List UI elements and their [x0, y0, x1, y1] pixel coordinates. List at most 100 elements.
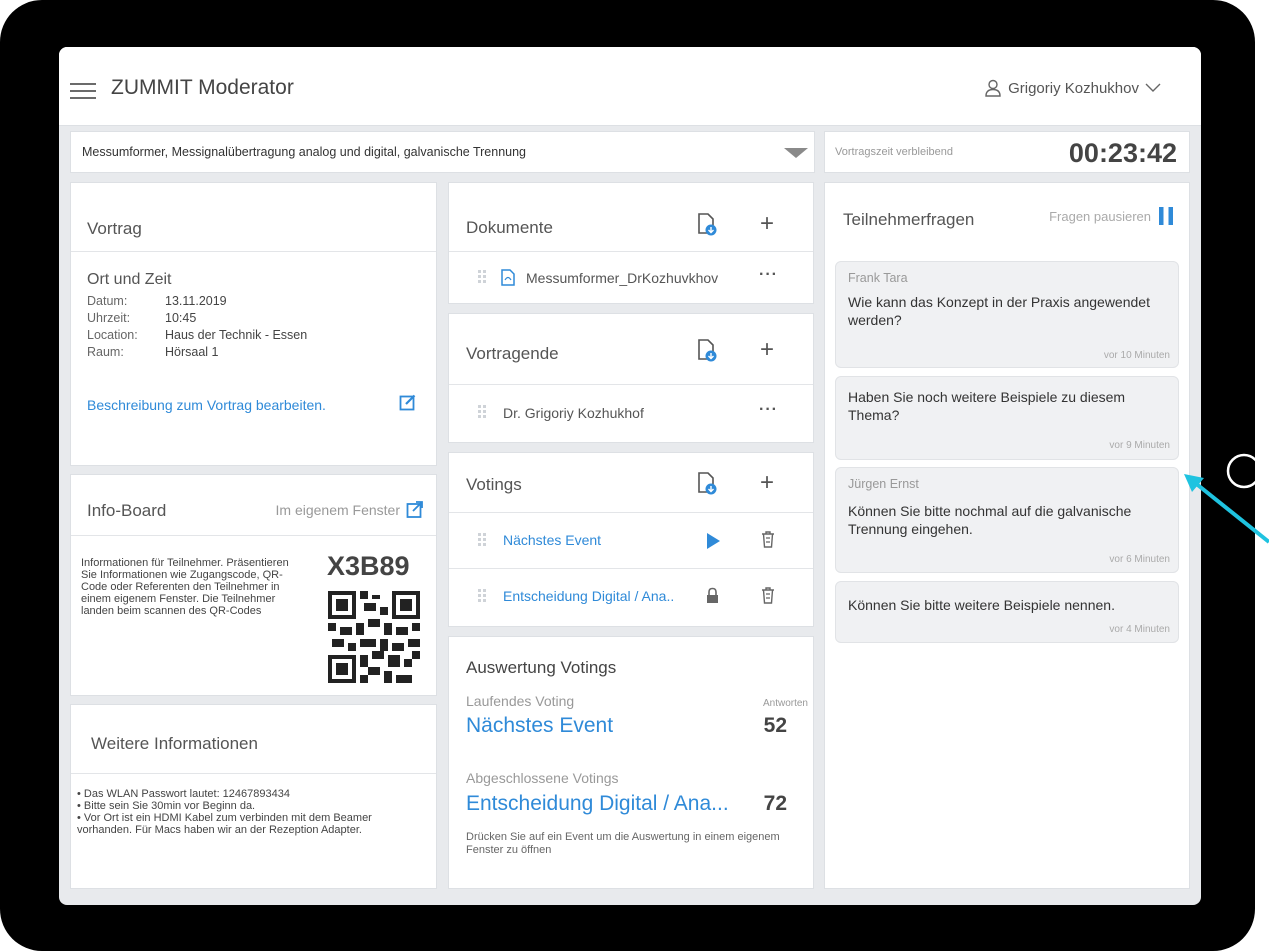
vortrag-section-title: Ort und Zeit — [87, 271, 172, 288]
add-voting-plus-icon[interactable]: + — [760, 471, 774, 495]
info-line: • Das WLAN Passwort lautet: 12467893434 — [77, 788, 290, 800]
pdf-file-icon — [501, 269, 515, 286]
question-time: vor 9 Minuten — [1109, 440, 1170, 451]
vortragende-title: Vortragende — [466, 344, 559, 363]
question-time: vor 10 Minuten — [1103, 350, 1170, 361]
running-voting-name[interactable]: Nächstes Event — [466, 714, 613, 738]
voting-item[interactable]: Nächstes Event — [449, 513, 813, 568]
trash-icon[interactable] — [761, 531, 775, 548]
trash-icon[interactable] — [761, 587, 775, 604]
question-text: Können Sie bitte weitere Beispiele nenne… — [848, 597, 1115, 613]
detail-value: Hörsaal 1 — [165, 345, 219, 359]
vortrag-title: Vortrag — [87, 219, 142, 238]
question-author: Jürgen Ernst — [848, 477, 919, 491]
question-text: Können Sie bitte nochmal auf die galvani… — [848, 503, 1132, 537]
dropdown-arrow-icon — [784, 148, 808, 158]
timer-box: Vortragszeit verbleibend 00:23:42 — [824, 131, 1190, 173]
running-voting-count: 52 — [763, 714, 787, 737]
question-card[interactable]: Haben Sie noch weitere Beispiele zu dies… — [835, 376, 1179, 460]
infoboard-title: Info-Board — [87, 501, 167, 520]
detail-row: Uhrzeit: 10:45 — [87, 311, 427, 328]
upload-speaker-icon[interactable] — [696, 339, 718, 363]
external-window-icon — [406, 501, 423, 518]
more-options-icon[interactable]: ··· — [759, 266, 778, 284]
votings-card: Votings + Nächstes Event Entscheidung Di… — [448, 452, 814, 627]
running-voting-label: Laufendes Voting — [466, 693, 575, 709]
auswertung-hint: Drücken Sie auf ein Event um die Auswert… — [466, 831, 780, 856]
detail-value: 13.11.2019 — [165, 294, 227, 308]
top-bar: ZUMMIT Moderator Grigoriy Kozhukhov — [59, 47, 1201, 126]
add-document-plus-icon[interactable]: + — [760, 212, 774, 236]
pause-questions-button[interactable]: Fragen pausieren — [1049, 207, 1173, 225]
open-window-link[interactable]: Im eigenem Fenster — [276, 501, 425, 519]
user-menu[interactable]: Grigoriy Kozhukhov — [984, 79, 1161, 97]
detail-label: Raum: — [87, 345, 124, 359]
divider — [71, 251, 436, 252]
edit-icon[interactable] — [399, 393, 417, 411]
question-card[interactable]: Können Sie bitte weitere Beispiele nenne… — [835, 581, 1179, 643]
pointer-arrow-icon — [1184, 474, 1269, 544]
question-card[interactable]: Jürgen Ernst Können Sie bitte nochmal au… — [835, 467, 1179, 573]
infoboard-text: Informationen für Teilnehmer. Präsentier… — [81, 557, 289, 617]
chevron-down-icon — [1145, 83, 1161, 92]
upload-document-icon[interactable] — [696, 213, 718, 237]
app-title: ZUMMIT Moderator — [111, 76, 294, 99]
weitere-info-card: Weitere Informationen • Das WLAN Passwor… — [70, 704, 437, 889]
speaker-name: Dr. Grigoriy Kozhukhof — [503, 405, 644, 421]
detail-label: Datum: — [87, 294, 128, 308]
upload-voting-icon[interactable] — [696, 472, 718, 496]
document-name: Messumformer_DrKozhuvkhov — [526, 270, 719, 286]
add-speaker-plus-icon[interactable]: + — [760, 338, 774, 362]
drag-handle-icon[interactable] — [478, 533, 486, 547]
edit-description-link[interactable]: Beschreibung zum Vortrag bearbeiten. — [87, 397, 326, 413]
vortrag-details: Datum: 13.11.2019 Uhrzeit: 10:45 Location:… — [87, 294, 427, 362]
answers-label: Antworten — [762, 698, 808, 709]
lock-icon[interactable] — [706, 587, 719, 604]
detail-row: Location: Haus der Technik - Essen — [87, 328, 427, 345]
timer-value: 00:23:42 — [1068, 138, 1177, 168]
vortrag-card: Vortrag Ort und Zeit Datum: 13.11.2019 Uh… — [70, 182, 437, 466]
weitere-info-title: Weitere Informationen — [91, 734, 258, 753]
voting-item[interactable]: Entscheidung Digital / Ana.. — [449, 569, 813, 625]
timer-label: Vortragszeit verbleibend — [835, 146, 954, 158]
pause-label: Fragen pausieren — [1049, 208, 1151, 224]
dokumente-card: Dokumente + Messumformer_DrKozhuvkhov ··… — [448, 182, 814, 304]
info-line: • Vor Ort ist ein HDMI Kabel zum verbind… — [77, 812, 372, 836]
closed-voting-name[interactable]: Entscheidung Digital / Ana... — [466, 792, 729, 816]
question-time: vor 6 Minuten — [1109, 554, 1170, 565]
fragen-panel: Teilnehmerfragen Fragen pausieren Frank … — [824, 182, 1190, 889]
question-card[interactable]: Frank Tara Wie kann das Konzept in der P… — [835, 261, 1179, 368]
drag-handle-icon[interactable] — [478, 270, 486, 284]
more-options-icon[interactable]: ··· — [759, 401, 778, 419]
topic-dropdown[interactable]: Messumformer, Messignalübertragung analo… — [70, 131, 815, 173]
qr-code-image — [328, 591, 420, 683]
drag-handle-icon[interactable] — [478, 405, 486, 419]
speaker-item[interactable]: Dr. Grigoriy Kozhukhof ··· — [449, 385, 813, 441]
question-text: Haben Sie noch weitere Beispiele zu dies… — [848, 389, 1126, 423]
voting-name[interactable]: Nächstes Event — [503, 532, 601, 548]
user-name: Grigoriy Kozhukhov — [1008, 79, 1139, 97]
topic-selected: Messumformer, Messignalübertragung analo… — [82, 145, 527, 159]
question-text: Wie kann das Konzept in der Praxis angew… — [848, 294, 1150, 328]
divider — [71, 773, 436, 774]
detail-value: 10:45 — [165, 311, 197, 325]
pause-icon — [1159, 207, 1173, 225]
document-item[interactable]: Messumformer_DrKozhuvkhov ··· — [449, 252, 813, 302]
infoboard-card: Info-Board Im eigenem Fenster Informatio… — [70, 474, 437, 696]
closed-votings-label: Abgeschlossene Votings — [466, 770, 619, 786]
fragen-title: Teilnehmerfragen — [843, 210, 975, 229]
access-code: X3B89 — [327, 551, 410, 581]
drag-handle-icon[interactable] — [478, 589, 486, 603]
play-icon[interactable] — [706, 533, 720, 549]
voting-name[interactable]: Entscheidung Digital / Ana.. — [503, 588, 674, 604]
open-window-label: Im eigenem Fenster — [275, 502, 401, 518]
votings-title: Votings — [466, 475, 522, 494]
question-time: vor 4 Minuten — [1109, 624, 1170, 635]
info-line: • Bitte sein Sie 30min vor Beginn da. — [77, 800, 256, 812]
detail-value: Haus der Technik - Essen — [165, 328, 308, 342]
detail-row: Datum: 13.11.2019 — [87, 294, 427, 311]
question-author: Frank Tara — [848, 271, 908, 285]
auswertung-card: Auswertung Votings Laufendes Voting Antw… — [448, 636, 814, 889]
detail-label: Uhrzeit: — [87, 311, 131, 325]
hamburger-menu-icon[interactable] — [70, 83, 96, 99]
